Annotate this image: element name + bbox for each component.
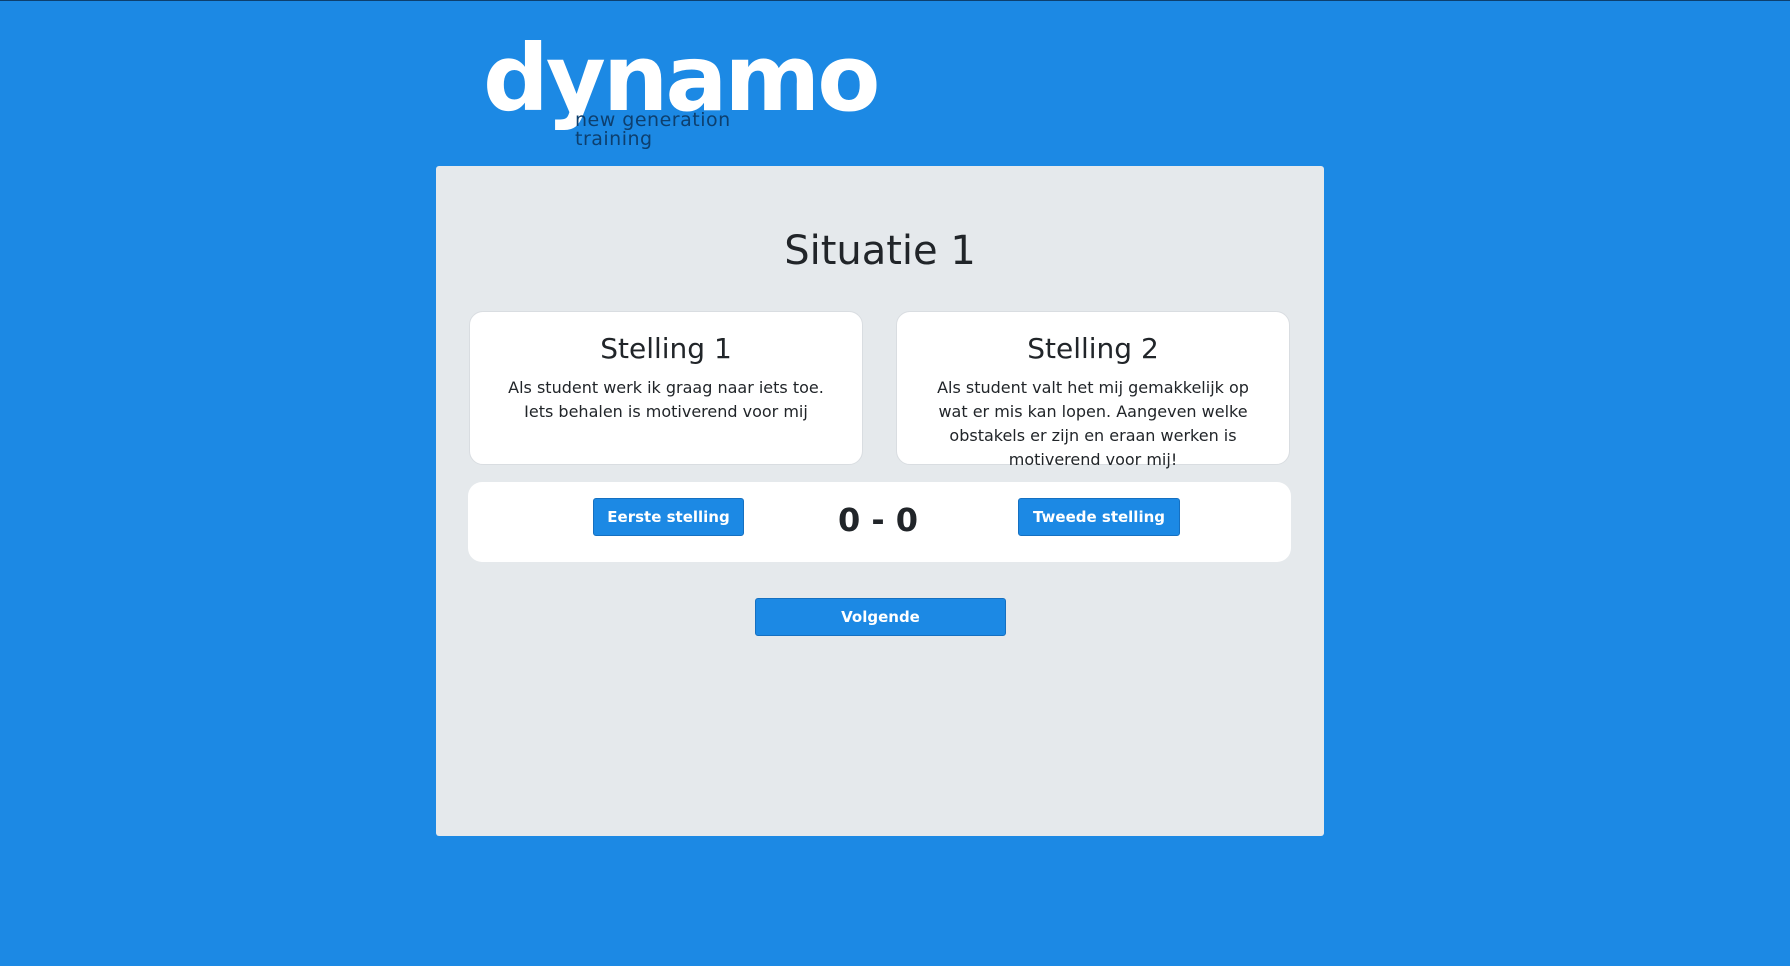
dynamo-logo: dynamo new generation training — [483, 33, 880, 149]
logo-tagline: new generation training — [575, 109, 731, 150]
statement-text-1: Als student werk ik graag naar iets toe.… — [508, 377, 824, 421]
page-title: Situatie 1 — [784, 228, 976, 274]
statement-title-2: Stelling 2 — [1027, 332, 1159, 365]
score-display: 0 - 0 — [837, 501, 919, 539]
statement-card-2: Stelling 2 Als student valt het mij gema… — [896, 311, 1290, 469]
first-statement-plus-button[interactable]: Eerste stelling +1 — [593, 498, 744, 562]
score-bar: Eerste stelling +1 0 - 0 Tweede stelling… — [468, 482, 1291, 562]
statement-card-1: Stelling 1 Als student werk ik graag naa… — [469, 311, 863, 465]
statement-title-1: Stelling 1 — [600, 332, 732, 365]
situation-panel: Situatie 1 Stelling 1 Als student werk i… — [436, 166, 1324, 836]
second-statement-plus-button[interactable]: Tweede stelling +1 — [1018, 498, 1180, 562]
statement-text-2: Als student valt het mij gemakkelijk op … — [937, 377, 1249, 469]
next-button[interactable]: Volgende — [755, 598, 1006, 636]
